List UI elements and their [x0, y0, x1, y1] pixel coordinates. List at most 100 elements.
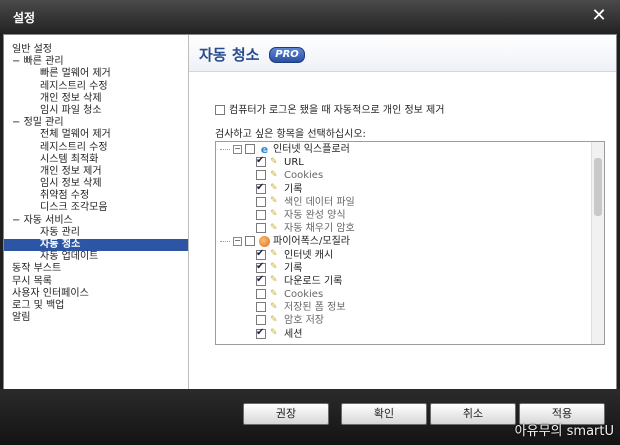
- sidebar-item-label: 임시 파일 청소: [40, 104, 102, 116]
- tree-item[interactable]: ✎ 세션: [220, 326, 580, 341]
- tree-checkbox[interactable]: [245, 236, 255, 247]
- tree-scrollbar[interactable]: [591, 142, 604, 344]
- sidebar-item-label: 디스크 조각모음: [40, 202, 108, 214]
- pro-badge: PRO: [269, 47, 305, 63]
- sidebar-item[interactable]: 전체 멀웨어 제거: [4, 129, 188, 141]
- sidebar-item-label: 자동 서비스: [23, 214, 73, 226]
- tree-label: 세션: [284, 328, 303, 340]
- sidebar-item-label: 레지스트리 수정: [40, 80, 108, 92]
- sidebar-item[interactable]: 시스템 최적화: [4, 154, 188, 166]
- sidebar-item[interactable]: 일반 설정: [4, 44, 188, 56]
- main-content: 자동 청소 PRO 컴퓨터가 로그온 됐을 때 자동적으로 개인 정보 제거 검…: [189, 35, 616, 389]
- sidebar-item[interactable]: 취약점 수정: [4, 190, 188, 202]
- broom-icon: ✎: [270, 288, 278, 299]
- sidebar-item-label: 개인 정보 제거: [40, 165, 102, 177]
- title-bar: 설정 ✕: [0, 0, 620, 34]
- sidebar-item[interactable]: − 정밀 관리: [4, 117, 188, 129]
- tree-checkbox[interactable]: [245, 144, 255, 154]
- sidebar-item[interactable]: 사용자 인터페이스: [4, 288, 188, 300]
- tree-item[interactable]: ✎ 암호 저장: [220, 314, 580, 327]
- tree-item[interactable]: ✎ 색인 데이터 파일: [220, 196, 580, 209]
- tree-expander-icon[interactable]: −: [233, 144, 242, 154]
- tree-checkbox[interactable]: [256, 209, 266, 220]
- internet-explorer-icon: e: [260, 142, 269, 156]
- tree-item[interactable]: ✎ 기록: [220, 260, 580, 275]
- sidebar-item[interactable]: 무시 목록: [4, 276, 188, 288]
- tree-label: 인터넷 캐시: [284, 249, 334, 261]
- auto-clean-on-logon-checkbox[interactable]: [215, 105, 225, 115]
- tree-label: 자동 완성 양식: [284, 209, 346, 221]
- recommend-button[interactable]: 권장: [243, 403, 329, 425]
- scrollbar-thumb[interactable]: [594, 158, 602, 216]
- broom-icon: ✎: [270, 249, 278, 259]
- tree-item[interactable]: ✎ 기록: [220, 181, 580, 196]
- tree-label: 암호 저장: [284, 315, 324, 327]
- collapse-icon[interactable]: −: [12, 117, 24, 128]
- tree-item[interactable]: ✎ 다운로드 기록: [220, 273, 580, 288]
- tree-item[interactable]: ✎ URL: [220, 154, 580, 169]
- tree-label: 색인 데이터 파일: [284, 196, 355, 208]
- broom-icon: ✎: [270, 301, 278, 312]
- button-bar: 권장 확인 취소 적용 아유무의 smartU: [0, 389, 620, 445]
- broom-icon: ✎: [270, 196, 278, 207]
- sidebar-item[interactable]: 알림: [4, 312, 188, 324]
- sidebar-item-label: 빠른 관리: [23, 56, 64, 68]
- cleanup-items-tree[interactable]: −e인터넷 익스플로러✎URL✎Cookies✎기록✎색인 데이터 파일✎자동 …: [215, 141, 605, 345]
- window-title: 설정: [13, 11, 36, 25]
- tree-checkbox[interactable]: [256, 326, 266, 339]
- tree-label: 파이어폭스/모질라: [273, 236, 350, 248]
- sidebar-item[interactable]: 자동 청소: [4, 239, 188, 252]
- broom-icon: ✎: [270, 222, 278, 233]
- tree-checkbox[interactable]: [256, 302, 266, 313]
- tree-item[interactable]: ✎ 자동 완성 양식: [220, 209, 580, 222]
- sidebar-item[interactable]: 임시 정보 삭제: [4, 178, 188, 190]
- tree-expander-icon[interactable]: −: [233, 236, 242, 246]
- sidebar-item[interactable]: 동작 부스트: [4, 263, 188, 275]
- dialog-body: 일반 설정 − 빠른 관리 빠른 멀웨어 제거 레지스트리 수정 개인 정보 삭제 임시 …: [3, 34, 617, 390]
- sidebar-item-label: 시스템 최적화: [40, 153, 99, 165]
- collapse-icon[interactable]: −: [12, 215, 24, 226]
- tree-item[interactable]: ✎ Cookies: [220, 288, 580, 301]
- sidebar-item[interactable]: 자동 관리: [4, 227, 188, 239]
- sidebar-item[interactable]: 레지스트리 수정: [4, 142, 188, 154]
- tree-group[interactable]: − 파이어폭스/모질라: [220, 235, 580, 248]
- cancel-button[interactable]: 취소: [430, 403, 516, 425]
- ok-button[interactable]: 확인: [341, 403, 427, 425]
- broom-icon: ✎: [270, 275, 278, 286]
- sidebar-item-label: 자동 관리: [40, 226, 80, 238]
- tree-item[interactable]: ✎ 저장된 폼 정보: [220, 301, 580, 314]
- sidebar-item[interactable]: − 자동 서비스: [4, 215, 188, 227]
- sidebar-item[interactable]: 개인 정보 제거: [4, 166, 188, 178]
- tree-label: 다운로드 기록: [284, 275, 343, 287]
- tree-checkbox[interactable]: [256, 181, 266, 194]
- sidebar-item[interactable]: 디스크 조각모음: [4, 202, 188, 214]
- tree-checkbox[interactable]: [256, 260, 266, 273]
- sidebar-item[interactable]: 로그 및 백업: [4, 300, 188, 312]
- content-header: 자동 청소 PRO: [189, 35, 616, 72]
- tree-item[interactable]: ✎ 인터넷 캐시: [220, 247, 580, 262]
- sidebar-item-label: 정밀 관리: [23, 117, 64, 129]
- sidebar-item[interactable]: 빠른 멀웨어 제거: [4, 68, 188, 80]
- tree-checkbox[interactable]: [256, 247, 266, 260]
- sidebar-item[interactable]: 개인 정보 삭제: [4, 93, 188, 105]
- tree-label: 저장된 폼 정보: [284, 302, 346, 314]
- collapse-icon[interactable]: −: [12, 56, 24, 67]
- tree-checkbox[interactable]: [256, 196, 266, 207]
- tree-group[interactable]: − e 인터넷 익스플로러: [220, 143, 580, 156]
- sidebar-item[interactable]: 레지스트리 수정: [4, 81, 188, 93]
- tree-item[interactable]: ✎ Cookies: [220, 169, 580, 182]
- tree-guide: [220, 240, 230, 242]
- tree-checkbox[interactable]: [256, 154, 266, 168]
- tree-checkbox[interactable]: [256, 289, 266, 300]
- sidebar-item[interactable]: − 빠른 관리: [4, 56, 188, 68]
- tree-label: Cookies: [284, 170, 324, 182]
- tree-checkbox[interactable]: [256, 170, 266, 181]
- auto-clean-on-logon-option[interactable]: 컴퓨터가 로그온 됐을 때 자동적으로 개인 정보 제거: [215, 101, 444, 116]
- tree-item[interactable]: ✎ 자동 채우기 암호: [220, 222, 580, 235]
- tree-checkbox[interactable]: [256, 315, 266, 326]
- sidebar-item[interactable]: 자동 업데이트: [4, 251, 188, 263]
- close-icon[interactable]: ✕: [588, 5, 610, 27]
- sidebar-item[interactable]: 임시 파일 청소: [4, 105, 188, 117]
- tree-checkbox[interactable]: [256, 273, 266, 286]
- tree-checkbox[interactable]: [256, 223, 266, 234]
